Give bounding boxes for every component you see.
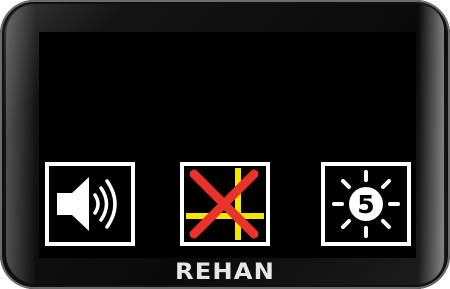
crosshair-disabled-icon <box>186 168 264 240</box>
brightness-level: 5 <box>357 190 374 219</box>
brightness-button[interactable]: 5 <box>321 162 411 246</box>
brand-logo: REHAN <box>175 260 275 285</box>
volume-button[interactable] <box>45 162 135 246</box>
device-frame: 5 REHAN <box>0 0 450 289</box>
crosshair-toggle-button[interactable] <box>180 162 270 246</box>
brightness-icon: 5 <box>332 170 400 238</box>
speaker-volume-icon <box>57 177 117 231</box>
